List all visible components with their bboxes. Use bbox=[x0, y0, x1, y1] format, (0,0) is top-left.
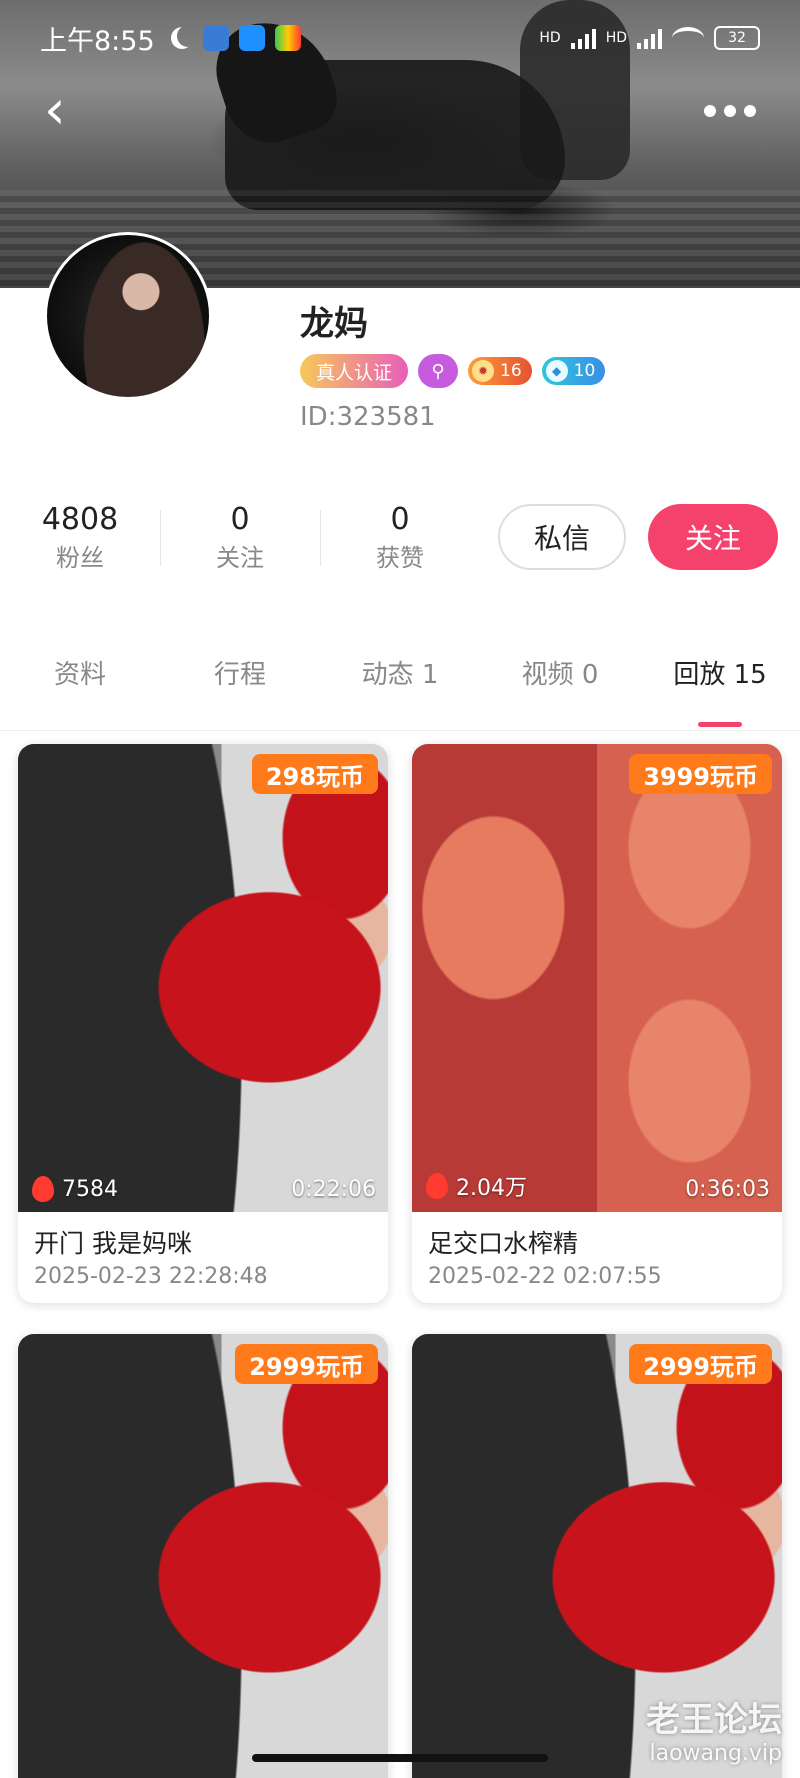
tab-moments[interactable]: 动态 1 bbox=[320, 650, 480, 730]
divider bbox=[0, 730, 800, 731]
fire-icon bbox=[32, 1176, 54, 1202]
video-title: 开门 我是妈咪 bbox=[34, 1229, 192, 1258]
more-icon[interactable] bbox=[704, 96, 760, 126]
badge-row: 真人认证 ⚲ ✹ 16 ◆ 10 bbox=[300, 354, 606, 388]
search-icon: ⚲ bbox=[418, 354, 459, 388]
status-time: 上午8:55 bbox=[40, 25, 155, 57]
back-icon[interactable]: ‹ bbox=[44, 83, 84, 138]
stat-label: 获赞 bbox=[376, 544, 424, 572]
diamond-level-value: 10 bbox=[573, 361, 596, 381]
diamond-icon: ◆ bbox=[545, 360, 568, 382]
video-date: 2025-02-23 22:28:48 bbox=[34, 1264, 268, 1289]
verify-badge: 真人认证 bbox=[300, 354, 409, 388]
upload-app-icon bbox=[238, 25, 265, 51]
video-card[interactable]: 3999玩币 2.04万 0:36:03 足交口水榨精 2025-02-22 0… bbox=[412, 744, 782, 1303]
video-card[interactable]: 2999玩币 bbox=[18, 1334, 388, 1778]
tab-videos[interactable]: 视频 0 bbox=[480, 650, 640, 730]
cloud-app-icon bbox=[202, 25, 229, 51]
watermark-title: 老王论坛 bbox=[646, 1700, 782, 1740]
video-thumbnail[interactable]: 3999玩币 2.04万 0:36:03 bbox=[412, 744, 782, 1212]
avatar[interactable] bbox=[44, 232, 212, 400]
tab-replays[interactable]: 回放 15 bbox=[640, 650, 800, 730]
video-duration: 0:36:03 bbox=[685, 1177, 770, 1202]
stat-fans[interactable]: 4808 粉丝 bbox=[0, 500, 160, 580]
home-indicator[interactable] bbox=[252, 1754, 548, 1762]
tab-bar: 资料 行程 动态 1 视频 0 回放 15 bbox=[0, 650, 800, 730]
diamond-level-badge: ◆ 10 bbox=[541, 357, 606, 385]
network-label: HD bbox=[539, 30, 561, 46]
stats-row: 4808 粉丝 0 关注 0 获赞 bbox=[0, 500, 480, 580]
watermark-url: laowang.vip bbox=[649, 1741, 782, 1766]
user-id: ID:323581 bbox=[300, 402, 436, 432]
video-duration: 0:22:06 bbox=[291, 1177, 376, 1202]
watermark: 老王论坛 laowang.vip bbox=[646, 1692, 782, 1766]
stat-value: 0 bbox=[230, 502, 250, 537]
battery-icon: 32 bbox=[714, 26, 760, 50]
stat-value: 4808 bbox=[41, 502, 119, 537]
tab-profile[interactable]: 资料 bbox=[0, 650, 160, 730]
price-tag: 298玩币 bbox=[251, 754, 378, 794]
video-title: 足交口水榨精 bbox=[428, 1229, 579, 1258]
signal-icon-2 bbox=[637, 27, 662, 49]
tab-schedule[interactable]: 行程 bbox=[160, 650, 320, 730]
view-count-value: 7584 bbox=[62, 1176, 118, 1202]
nickname: 龙妈 bbox=[300, 304, 368, 344]
video-thumbnail[interactable]: 2999玩币 bbox=[18, 1334, 388, 1778]
view-count-value: 2.04万 bbox=[456, 1176, 527, 1201]
price-tag: 2999玩币 bbox=[629, 1344, 772, 1384]
stat-label: 关注 bbox=[216, 544, 264, 572]
stat-label: 粉丝 bbox=[56, 544, 104, 572]
moon-icon bbox=[171, 27, 193, 49]
fire-level-badge: ✹ 16 bbox=[468, 357, 532, 385]
video-date: 2025-02-22 02:07:55 bbox=[428, 1264, 662, 1289]
view-count: 2.04万 bbox=[426, 1170, 527, 1202]
colorful-app-icon bbox=[274, 25, 301, 51]
stat-following[interactable]: 0 关注 bbox=[160, 500, 320, 580]
fire-icon bbox=[426, 1173, 448, 1199]
status-bar: 上午8:55 HD HD 32 bbox=[0, 0, 800, 76]
stat-value: 0 bbox=[390, 502, 410, 537]
price-tag: 2999玩币 bbox=[235, 1344, 378, 1384]
signal-icon bbox=[570, 27, 596, 49]
video-thumbnail[interactable]: 298玩币 7584 0:22:06 bbox=[18, 744, 388, 1212]
price-tag: 3999玩币 bbox=[629, 754, 772, 794]
message-button[interactable]: 私信 bbox=[498, 504, 626, 570]
view-count: 7584 bbox=[32, 1176, 118, 1202]
sun-icon: ✹ bbox=[472, 360, 495, 382]
follow-button[interactable]: 关注 bbox=[648, 504, 778, 570]
video-card[interactable]: 298玩币 7584 0:22:06 开门 我是妈咪 2025-02-23 22… bbox=[18, 744, 388, 1303]
network-label-2: HD bbox=[605, 30, 627, 46]
fire-level-value: 16 bbox=[500, 361, 522, 381]
stat-likes[interactable]: 0 获赞 bbox=[320, 500, 480, 580]
wifi-icon bbox=[672, 27, 704, 49]
